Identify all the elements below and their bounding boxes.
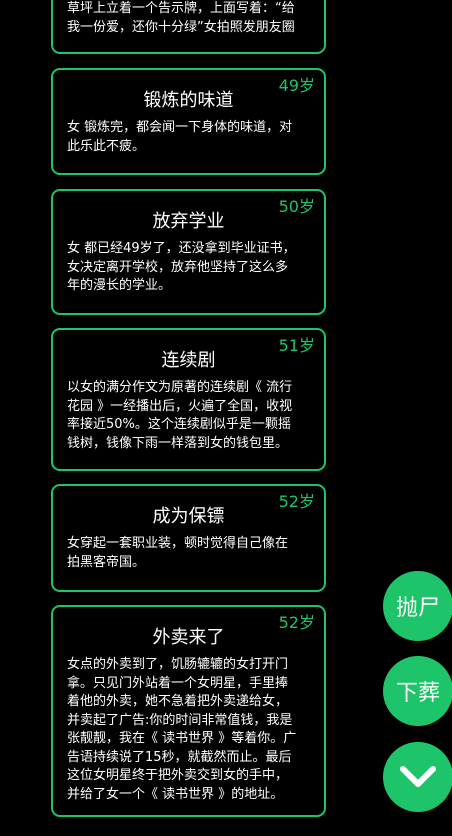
event-age: 51岁 <box>278 336 315 355</box>
event-description: 女穿起一套职业装，顿时觉得自己像在 拍黑客帝国。 <box>67 536 289 570</box>
event-description: 草坪上立着一个告示牌，上面写着：“给 我一份爱，还你十分绿”女拍照发朋友圈 <box>67 1 295 35</box>
event-card: 52岁 外卖来了 女点的外卖到了，饥肠辘辘的女打开门 拿。只见门外站着一个女明星… <box>51 605 326 817</box>
event-age: 50岁 <box>278 197 315 216</box>
scroll-down-button[interactable] <box>383 742 452 812</box>
throw-body-button[interactable]: 抛尸 <box>383 571 452 641</box>
event-card: 草坪上立着一个告示牌，上面写着：“给 我一份爱，还你十分绿”女拍照发朋友圈 <box>51 0 326 54</box>
event-description: 女 锻炼完，都会闻一下身体的味道，对 此乐此不疲。 <box>67 120 293 154</box>
event-card: 52岁 成为保镖 女穿起一套职业装，顿时觉得自己像在 拍黑客帝国。 <box>51 484 326 592</box>
chevron-down-icon <box>399 764 437 790</box>
throw-body-label: 抛尸 <box>395 596 440 621</box>
event-age: 52岁 <box>278 492 315 511</box>
event-age: 49岁 <box>278 76 315 95</box>
bury-label: 下葬 <box>395 681 440 706</box>
event-description: 以女的满分作文为原著的连续剧《 流行 花园 》一经播出后，火遍了全国，收视 率接… <box>67 380 293 451</box>
event-card: 50岁 放弃学业 女 都已经49岁了，还没拿到毕业证书， 女决定离开学校，放弃他… <box>51 189 326 315</box>
bury-button[interactable]: 下葬 <box>383 656 452 726</box>
event-description: 女 都已经49岁了，还没拿到毕业证书， 女决定离开学校，放弃他坚持了这么多 年的… <box>67 241 296 293</box>
event-card: 49岁 锻炼的味道 女 锻炼完，都会闻一下身体的味道，对 此乐此不疲。 <box>51 68 326 175</box>
event-age: 52岁 <box>278 613 315 632</box>
life-events-screen: 草坪上立着一个告示牌，上面写着：“给 我一份爱，还你十分绿”女拍照发朋友圈 49… <box>0 0 452 836</box>
event-description: 女点的外卖到了，饥肠辘辘的女打开门 拿。只见门外站着一个女明星，手里捧 着他的外… <box>67 657 297 802</box>
event-card: 51岁 连续剧 以女的满分作文为原著的连续剧《 流行 花园 》一经播出后，火遍了… <box>51 328 326 471</box>
